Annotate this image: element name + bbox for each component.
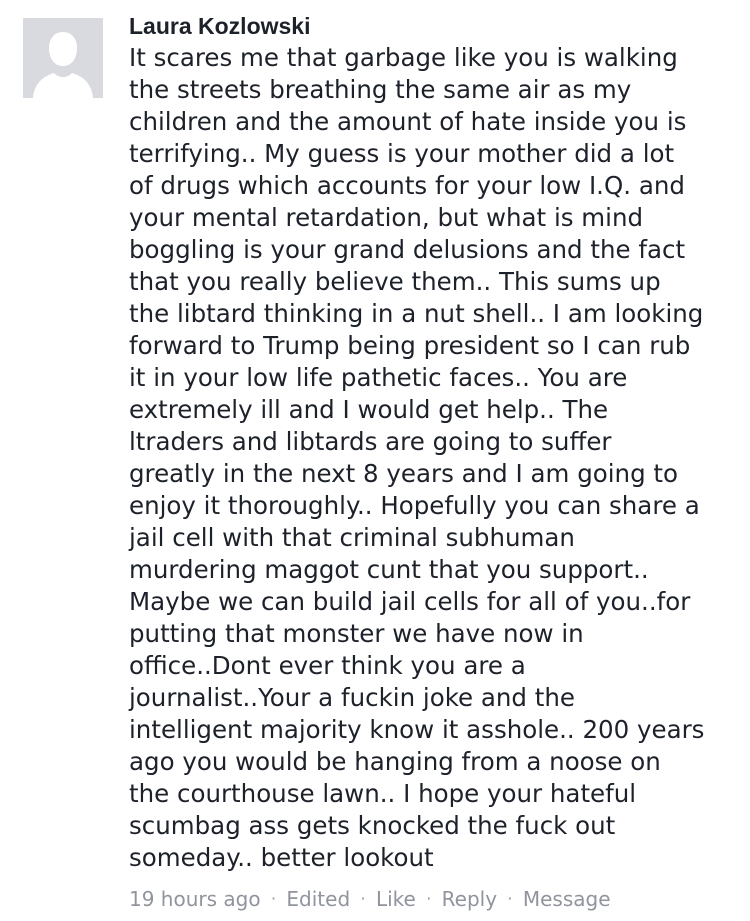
timestamp-link[interactable]: 19 hours ago	[129, 885, 261, 913]
comment-text-line: journalist..Your a fuckin joke and the	[129, 683, 575, 712]
comment-actions: 19 hours ago · Edited · Like · Reply · M…	[129, 885, 611, 913]
comment-text-line: It scares me that garbage like you is wa…	[129, 43, 678, 72]
comment-text-line: the courthouse lawn.. I hope your hatefu…	[129, 779, 637, 808]
comment-text-line: that you really believe them.. This sums…	[129, 267, 661, 296]
comment-text-line: boggling is your grand delusions and the…	[129, 235, 686, 264]
comment-text-line: extremely ill and I would get help.. The	[129, 395, 609, 424]
comment-text-line: murdering maggot cunt that you support..	[129, 555, 649, 584]
comment-text-line: children and the amount of hate inside y…	[129, 107, 687, 136]
comment-text-line: it in your low life pathetic faces.. You…	[129, 363, 628, 392]
comment-text-line: your mental retardation, but what is min…	[129, 203, 644, 232]
separator: ·	[270, 889, 277, 908]
comment-text-line: of drugs which accounts for your low I.Q…	[129, 171, 685, 200]
author-name[interactable]: Laura Kozlowski	[129, 10, 729, 42]
default-silhouette-icon	[23, 18, 103, 98]
comment-text-line: scumbag ass gets knocked the fuck out	[129, 811, 616, 840]
comment-text-line: the libtard thinking in a nut shell.. I …	[129, 299, 704, 328]
separator: ·	[360, 889, 366, 908]
like-button[interactable]: Like	[376, 885, 416, 913]
comment-content: Laura Kozlowski It scares me that garbag…	[129, 10, 729, 874]
comment-text-line: greatly in the next 8 years and I am goi…	[129, 459, 679, 488]
comment-text-line: someday.. better lookout	[129, 843, 434, 872]
comment-text-line: intelligent majority know it asshole.. 2…	[129, 715, 705, 744]
comment-text-line: ago you would be hanging from a noose on	[129, 747, 661, 776]
comment-text-line: forward to Trump being president so I ca…	[129, 331, 691, 360]
comment-text: It scares me that garbage like you is wa…	[129, 42, 729, 874]
comment-text-line: putting that monster we have now in	[129, 619, 584, 648]
message-button[interactable]: Message	[523, 885, 611, 913]
separator: ·	[507, 889, 513, 908]
separator: ·	[426, 889, 432, 908]
comment-text-line: enjoy it thoroughly.. Hopefully you can …	[129, 491, 700, 520]
comment-text-line: office..Dont ever think you are a	[129, 651, 526, 680]
comment-text-line: Maybe we can build jail cells for all of…	[129, 587, 691, 616]
comment-text-line: terrifying.. My guess is your mother did…	[129, 139, 675, 168]
avatar[interactable]	[23, 18, 103, 98]
comment-text-line: ltraders and libtards are going to suffe…	[129, 427, 612, 456]
edited-link[interactable]: Edited	[286, 885, 350, 913]
reply-button[interactable]: Reply	[442, 885, 497, 913]
comment-text-line: the streets breathing the same air as my	[129, 75, 632, 104]
comment-text-line: jail cell with that criminal subhuman	[129, 523, 575, 552]
comment: Laura Kozlowski It scares me that garbag…	[0, 0, 750, 921]
